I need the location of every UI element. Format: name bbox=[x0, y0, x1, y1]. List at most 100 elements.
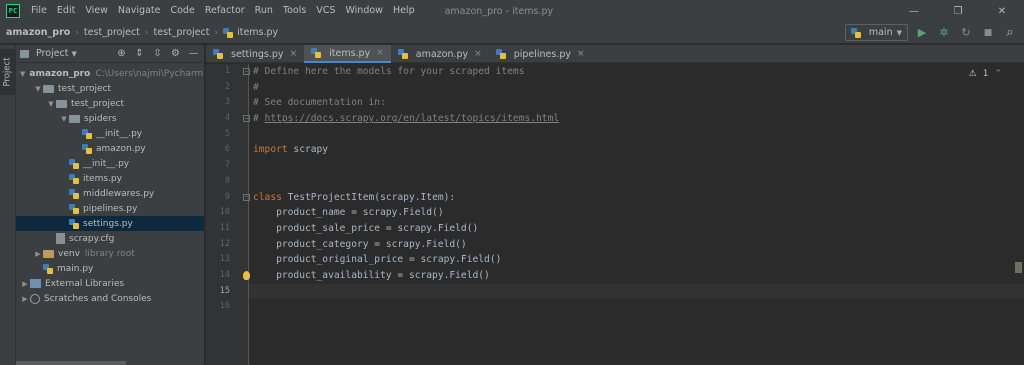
python-file-icon bbox=[69, 203, 79, 214]
expand-all-icon[interactable]: ⇕ bbox=[133, 47, 146, 60]
code-line[interactable]: 16 bbox=[220, 299, 1024, 315]
code-editor[interactable]: 1− # Define here the models for your scra… bbox=[206, 64, 1024, 365]
editor-tab[interactable]: items.py × bbox=[304, 45, 391, 63]
inspection-widget[interactable]: ⚠ 1 ⌃ bbox=[969, 69, 1002, 79]
python-file-icon bbox=[223, 27, 234, 38]
tree-item[interactable]: items.py bbox=[16, 171, 204, 186]
expanded-arrow-icon[interactable]: ▼ bbox=[46, 100, 56, 108]
breadcrumb-package[interactable]: test_project bbox=[154, 27, 210, 38]
code-area[interactable]: 1− # Define here the models for your scra… bbox=[220, 64, 1024, 365]
close-icon[interactable]: ✕ bbox=[980, 0, 1024, 22]
collapsed-arrow-icon[interactable]: ▶ bbox=[20, 280, 30, 288]
menu-window[interactable]: Window bbox=[340, 0, 387, 22]
close-tab-icon[interactable]: × bbox=[290, 49, 298, 59]
editor-tab[interactable]: settings.py × bbox=[206, 45, 304, 63]
project-view-select[interactable]: Project ▼ bbox=[20, 48, 77, 59]
expanded-arrow-icon[interactable]: ▼ bbox=[20, 70, 25, 78]
tree-item[interactable]: amazon.py bbox=[16, 141, 204, 156]
rerun-icon[interactable]: ↻ bbox=[958, 25, 974, 41]
tree-item[interactable]: ▼ test_project bbox=[16, 81, 204, 96]
restore-icon[interactable]: ❐ bbox=[936, 0, 980, 22]
code-content: # See documentation in: bbox=[253, 95, 386, 111]
code-line[interactable]: 1 − # Define here the models for your scra… bbox=[225, 64, 1024, 80]
tree-item[interactable]: ▼ test_project bbox=[16, 96, 204, 111]
code-line[interactable]: 2 # bbox=[225, 80, 1024, 96]
breadcrumb-project[interactable]: amazon_pro bbox=[6, 27, 70, 38]
stop-icon[interactable]: ■ bbox=[980, 25, 996, 41]
line-number: 3 bbox=[224, 97, 230, 108]
menu-run[interactable]: Run bbox=[250, 0, 278, 22]
tree-item-hint: C:\Users\najmi\PycharmP bbox=[95, 68, 204, 79]
project-panel-scrollbar[interactable] bbox=[16, 361, 126, 365]
fold-icon[interactable]: − bbox=[243, 193, 250, 201]
breadcrumb-separator-icon: › bbox=[75, 27, 79, 38]
menu-help[interactable]: Help bbox=[388, 0, 420, 22]
code-line[interactable]: 5 bbox=[225, 127, 1024, 143]
collapse-all-icon[interactable]: ⇳ bbox=[151, 47, 164, 60]
gear-icon[interactable]: ⚙ bbox=[169, 47, 182, 60]
menu-view[interactable]: View bbox=[80, 0, 113, 22]
breadcrumb-folder[interactable]: test_project bbox=[84, 27, 140, 38]
fold-icon[interactable]: − bbox=[243, 68, 250, 75]
lightbulb-icon[interactable] bbox=[243, 270, 250, 280]
editor-tab[interactable]: pipelines.py × bbox=[489, 45, 592, 63]
tree-item[interactable]: settings.py bbox=[16, 216, 204, 231]
code-line[interactable]: 15 bbox=[220, 283, 1024, 300]
project-tool-window-tab[interactable]: Project bbox=[0, 49, 16, 95]
hide-panel-icon[interactable]: — bbox=[187, 47, 200, 60]
breadcrumb-separator-icon: › bbox=[214, 27, 219, 38]
editor-tab[interactable]: amazon.py × bbox=[391, 45, 489, 63]
menu-file[interactable]: File bbox=[26, 0, 52, 22]
tree-item[interactable]: ▼ spiders bbox=[16, 111, 204, 126]
run-icon[interactable]: ▶ bbox=[914, 25, 930, 41]
search-icon[interactable]: ⌕ bbox=[1002, 25, 1018, 41]
close-tab-icon[interactable]: × bbox=[474, 49, 482, 59]
code-line[interactable]: 11 product_sale_price = scrapy.Field() bbox=[220, 221, 1024, 237]
menu-refactor[interactable]: Refactor bbox=[200, 0, 250, 22]
expanded-arrow-icon[interactable]: ▼ bbox=[59, 115, 69, 123]
documentation-link[interactable]: https://docs.scrapy.org/en/latest/topics… bbox=[265, 113, 560, 124]
menu-navigate[interactable]: Navigate bbox=[113, 0, 166, 22]
tree-item[interactable]: ▶ venv library root bbox=[16, 246, 204, 261]
expanded-arrow-icon[interactable]: ▼ bbox=[33, 85, 43, 93]
breadcrumb-file[interactable]: items.py bbox=[223, 27, 278, 38]
minimize-icon[interactable]: — bbox=[892, 0, 936, 22]
menu-edit[interactable]: Edit bbox=[52, 0, 80, 22]
code-line[interactable]: 12 product_category = scrapy.Field() bbox=[220, 237, 1024, 253]
python-file-icon bbox=[397, 49, 408, 59]
code-content: # Define here the models for your scrape… bbox=[253, 64, 524, 80]
tree-item[interactable]: __init__.py bbox=[16, 156, 204, 171]
scrollbar-marker[interactable] bbox=[1015, 262, 1022, 273]
close-tab-icon[interactable]: × bbox=[577, 49, 585, 59]
tree-item[interactable]: scrapy.cfg bbox=[16, 231, 204, 246]
code-line[interactable]: 7 bbox=[225, 158, 1024, 174]
tree-item-label: items.py bbox=[83, 173, 122, 184]
collapsed-arrow-icon[interactable]: ▶ bbox=[33, 250, 43, 258]
menu-tools[interactable]: Tools bbox=[278, 0, 311, 22]
run-configuration-select[interactable]: main ▼ bbox=[844, 24, 908, 41]
code-line[interactable]: 10 product_name = scrapy.Field() bbox=[220, 205, 1024, 221]
code-line[interactable]: 13 product_original_price = scrapy.Field… bbox=[220, 252, 1024, 268]
tree-item[interactable]: ▶ Scratches and Consoles bbox=[16, 291, 204, 306]
tree-item[interactable]: ▼ amazon_pro C:\Users\najmi\PycharmP bbox=[16, 66, 204, 81]
tree-item[interactable]: main.py bbox=[16, 261, 204, 276]
code-line[interactable]: 14 product_availability = scrapy.Field() bbox=[220, 268, 1024, 284]
code-line[interactable]: 3 # See documentation in: bbox=[225, 95, 1024, 111]
close-tab-icon[interactable]: × bbox=[376, 48, 384, 58]
debug-icon[interactable]: ✲ bbox=[936, 25, 952, 41]
menu-code[interactable]: Code bbox=[165, 0, 199, 22]
locate-file-icon[interactable]: ⊕ bbox=[115, 47, 128, 60]
code-line[interactable]: 6 import scrapy bbox=[225, 142, 1024, 158]
code-line[interactable]: 8 bbox=[225, 174, 1024, 190]
fold-icon[interactable]: − bbox=[243, 115, 250, 123]
collapsed-arrow-icon[interactable]: ▶ bbox=[20, 295, 30, 303]
tree-item[interactable]: pipelines.py bbox=[16, 201, 204, 216]
tree-item[interactable]: ▶ External Libraries bbox=[16, 276, 204, 291]
menu-vcs[interactable]: VCS bbox=[311, 0, 340, 22]
left-tool-strip: Project bbox=[0, 45, 16, 365]
project-panel-title: Project bbox=[36, 48, 69, 59]
code-line[interactable]: 4 − # https://docs.scrapy.org/en/latest/to… bbox=[225, 111, 1024, 127]
code-line[interactable]: 9 − class TestProjectItem(scrapy.Item): bbox=[225, 190, 1024, 206]
tree-item[interactable]: __init__.py bbox=[16, 126, 204, 141]
tree-item[interactable]: middlewares.py bbox=[16, 186, 204, 201]
